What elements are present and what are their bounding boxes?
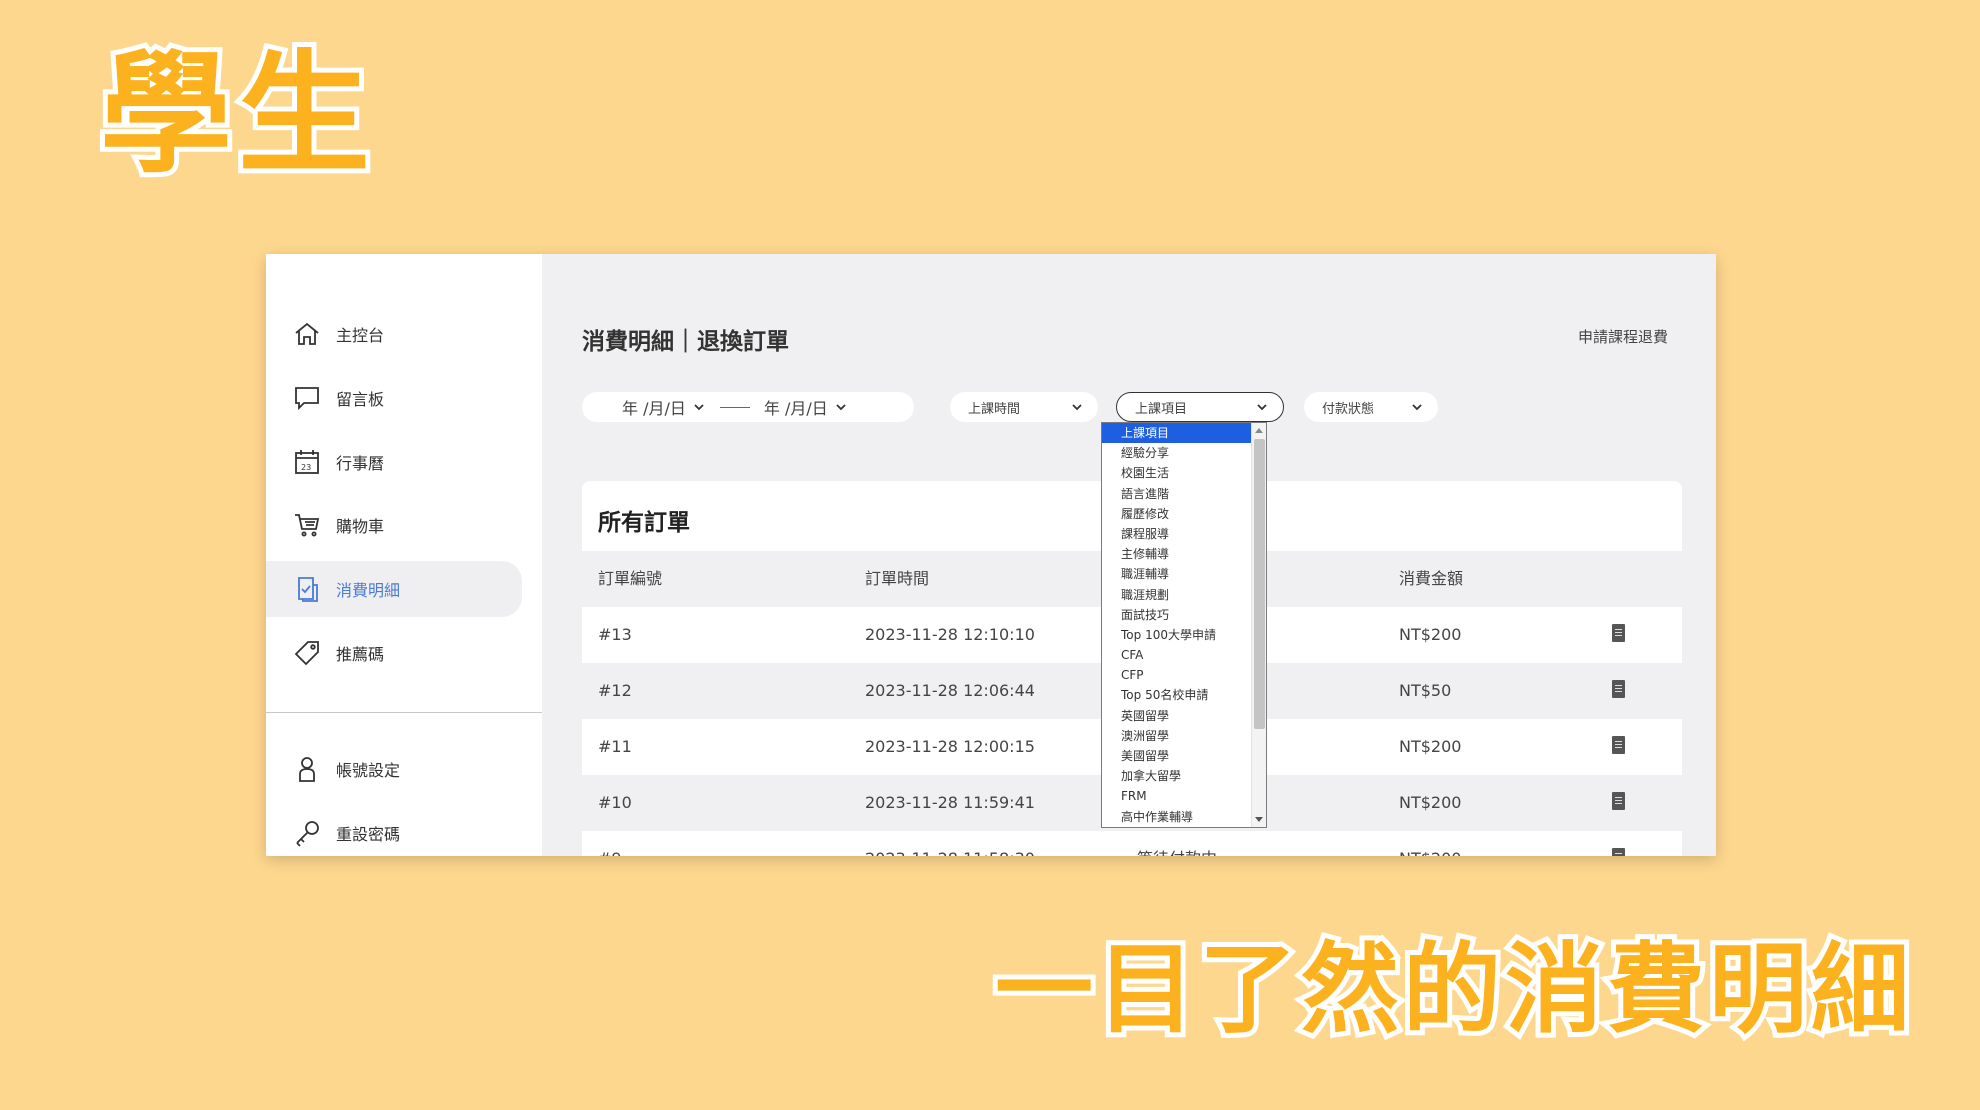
scroll-up-icon[interactable]	[1255, 428, 1263, 433]
order-time: 2023-11-28 11:58:30	[865, 831, 1035, 856]
sidebar-item-message-board[interactable]: 留言板	[266, 370, 522, 426]
chevron-down-icon[interactable]	[834, 400, 848, 414]
sidebar-item-expenses[interactable]: 消費明細	[266, 561, 522, 617]
dropdown-option[interactable]: 澳洲留學	[1102, 726, 1252, 746]
scrollbar-thumb[interactable]	[1254, 439, 1265, 729]
dropdown-option[interactable]: 上課項目	[1102, 423, 1252, 444]
sidebar-item-label: 推薦碼	[336, 645, 385, 664]
message-icon	[292, 383, 322, 413]
dropdown-option[interactable]: 課程服導	[1102, 524, 1252, 544]
sidebar-item-label: 主控台	[336, 326, 385, 345]
order-amount: NT$200	[1399, 831, 1461, 856]
document-icon[interactable]	[1612, 736, 1625, 754]
dropdown-options: 上課項目 經驗分享 校園生活 語言進階 履歷修改 課程服導 主修輔導 職涯輔導 職涯規劃 面試技巧…	[1102, 423, 1252, 827]
dropdown-option[interactable]: 職涯規劃	[1102, 585, 1252, 605]
dropdown-option[interactable]: 經驗分享	[1102, 443, 1252, 463]
chevron-down-icon	[1412, 404, 1422, 411]
sidebar-divider	[266, 712, 542, 713]
sidebar-item-label: 帳號設定	[336, 761, 401, 780]
column-header-order-time: 訂單時間	[865, 569, 930, 588]
user-icon	[292, 754, 322, 784]
sidebar-item-label: 消費明細	[336, 581, 401, 600]
sidebar-item-cart[interactable]: 購物車	[266, 497, 522, 553]
dropdown-option[interactable]: 面試技巧	[1102, 605, 1252, 625]
order-id: #10	[598, 793, 632, 812]
dropdown-option[interactable]: 高中作業輔導	[1102, 807, 1252, 827]
document-icon[interactable]	[1612, 848, 1625, 856]
dropdown-option[interactable]: 美國留學	[1102, 746, 1252, 766]
order-time: 2023-11-28 12:10:10	[865, 625, 1035, 644]
dropdown-option[interactable]: 職涯輔導	[1102, 564, 1252, 584]
sidebar-item-label: 購物車	[336, 517, 385, 536]
sidebar: 主控台 留言板 23 行事曆 購物車 消費明細 推薦碼 帳號設定 重設密碼	[266, 254, 542, 856]
calendar-icon: 23	[292, 447, 322, 477]
order-time: 2023-11-28 12:00:15	[865, 737, 1035, 756]
dropdown-option[interactable]: Top 50名校申請	[1102, 685, 1252, 705]
payment-status-select[interactable]: 付款狀態	[1304, 392, 1438, 422]
order-id: #9	[598, 831, 622, 856]
scroll-down-icon[interactable]	[1255, 817, 1263, 822]
dropdown-option[interactable]: CFP	[1102, 665, 1252, 685]
order-time: 2023-11-28 12:06:44	[865, 681, 1035, 700]
headline-bottom: 一目了然的消費明細	[990, 928, 1914, 1052]
document-icon[interactable]	[1612, 792, 1625, 810]
sidebar-item-label: 留言板	[336, 390, 385, 409]
sidebar-item-referral[interactable]: 推薦碼	[266, 625, 522, 681]
order-amount: NT$200	[1399, 737, 1462, 756]
chevron-down-icon	[1257, 404, 1267, 411]
date-separator	[719, 406, 750, 408]
sidebar-item-dashboard[interactable]: 主控台	[266, 306, 522, 362]
tag-icon	[292, 638, 322, 668]
orders-title: 所有訂單	[598, 510, 690, 536]
column-header-amount: 消費金額	[1399, 569, 1464, 588]
dropdown-option[interactable]: FRM	[1102, 786, 1252, 806]
sidebar-item-label: 重設密碼	[336, 825, 401, 844]
sidebar-item-calendar[interactable]: 23 行事曆	[266, 434, 522, 490]
order-amount: NT$200	[1399, 625, 1462, 644]
class-time-select-value: 上課時間	[968, 401, 1021, 417]
calendar-icon-day: 23	[301, 463, 311, 472]
date-start-input[interactable]: 年 /月/日	[622, 395, 686, 419]
date-end-input[interactable]: 年 /月/日	[764, 395, 828, 419]
order-id: #11	[598, 737, 632, 756]
order-amount: NT$200	[1399, 793, 1462, 812]
cart-icon	[292, 510, 322, 540]
sidebar-item-reset-password[interactable]: 重設密碼	[266, 805, 522, 856]
receipt-icon	[292, 574, 322, 604]
order-id: #12	[598, 681, 632, 700]
dropdown-option[interactable]: CFA	[1102, 645, 1252, 665]
chevron-down-icon[interactable]	[692, 400, 706, 414]
class-time-select[interactable]: 上課時間	[950, 392, 1098, 422]
dropdown-scrollbar[interactable]	[1251, 423, 1266, 827]
headline-top: 學生	[95, 35, 376, 195]
payment-status-select-value: 付款狀態	[1322, 401, 1375, 417]
dropdown-option[interactable]: 履歷修改	[1102, 504, 1252, 524]
key-icon	[292, 818, 322, 848]
class-item-select-value: 上課項目	[1135, 401, 1188, 417]
page-title: 消費明細｜退換訂單	[582, 329, 789, 355]
refund-request-link[interactable]: 申請課程退費	[1578, 326, 1668, 347]
app-window: 主控台 留言板 23 行事曆 購物車 消費明細 推薦碼 帳號設定 重設密碼 消費…	[266, 254, 1716, 856]
date-range-filter: 年 /月/日 年 /月/日	[582, 392, 914, 422]
home-icon	[292, 319, 322, 349]
sidebar-item-account-settings[interactable]: 帳號設定	[266, 741, 522, 797]
sidebar-item-label: 行事曆	[336, 454, 385, 473]
class-item-dropdown-list: 上課項目 經驗分享 校園生活 語言進階 履歷修改 課程服導 主修輔導 職涯輔導 職涯規劃 面試技巧…	[1101, 422, 1267, 828]
dropdown-option[interactable]: 主修輔導	[1102, 544, 1252, 564]
order-amount: NT$50	[1399, 681, 1452, 700]
order-time: 2023-11-28 11:59:41	[865, 793, 1035, 812]
dropdown-option[interactable]: 校園生活	[1102, 463, 1252, 483]
document-icon[interactable]	[1612, 624, 1625, 642]
dropdown-option[interactable]: Top 100大學申請	[1102, 625, 1252, 645]
class-item-select[interactable]: 上課項目	[1116, 392, 1284, 422]
table-row: #9 2023-11-28 11:58:30 等待付款中 NT$200	[582, 831, 1682, 856]
document-icon[interactable]	[1612, 680, 1625, 698]
column-header-order-id: 訂單編號	[598, 569, 663, 588]
order-id: #13	[598, 625, 632, 644]
dropdown-option[interactable]: 語言進階	[1102, 484, 1252, 504]
chevron-down-icon	[1072, 404, 1082, 411]
dropdown-option[interactable]: 加拿大留學	[1102, 766, 1252, 786]
dropdown-option[interactable]: 英國留學	[1102, 706, 1252, 726]
order-status: 等待付款中	[1137, 831, 1217, 856]
